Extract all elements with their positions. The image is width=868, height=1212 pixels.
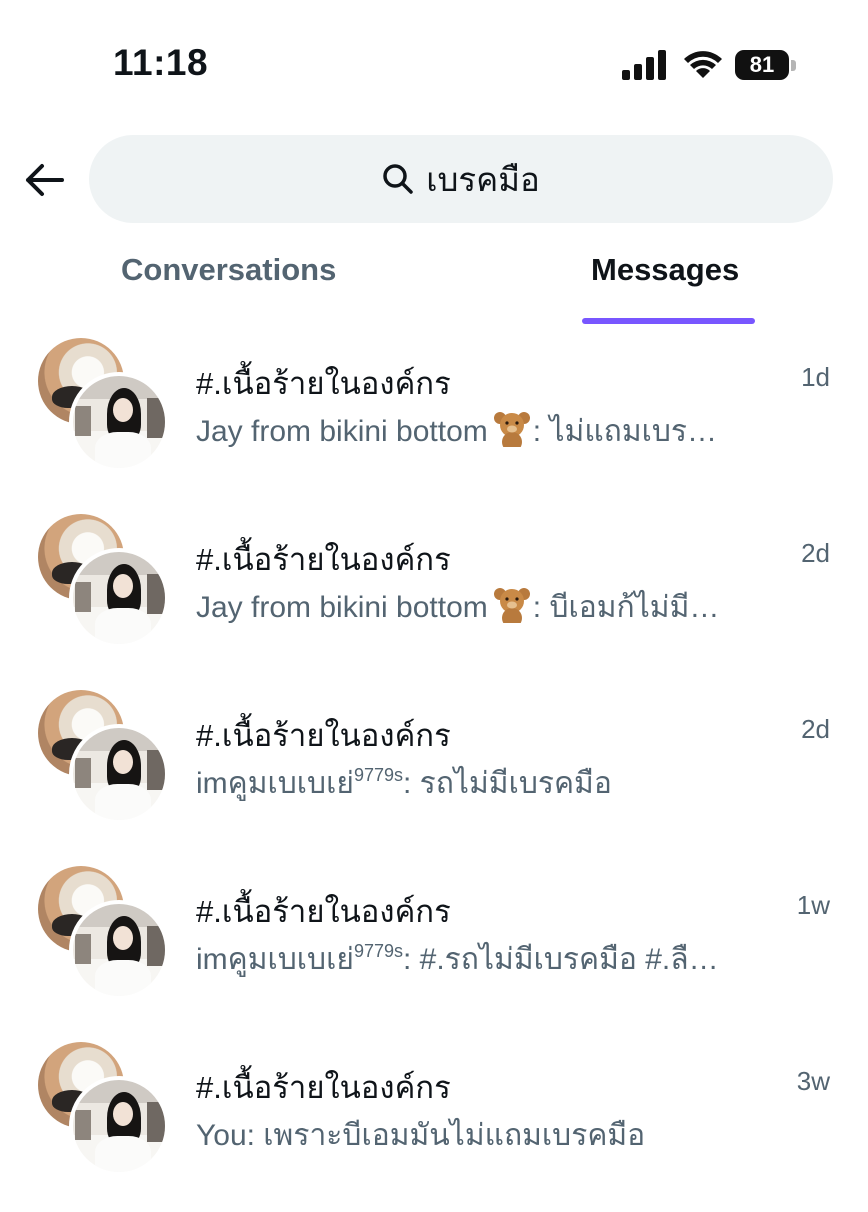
conversation-title: #.เนื้อร้ายในองค์กร xyxy=(196,1070,451,1105)
message-row[interactable]: #.เนื้อร้ายในองค์กร 2d Jay from bikini b… xyxy=(0,514,868,684)
message-time: 1w xyxy=(796,890,830,920)
message-text: : ไม่แถมเบร… xyxy=(532,415,717,448)
group-avatar-front xyxy=(69,1076,169,1176)
message-text: : รถไม่มีเบรคมือ xyxy=(402,767,612,800)
active-tab-indicator xyxy=(582,318,755,324)
message-sender: imคูมเบเบเย่ xyxy=(196,767,354,800)
message-text: : บีเอมก้ไม่มี… xyxy=(532,591,720,624)
teddy-bear-icon xyxy=(493,412,530,447)
message-row[interactable]: #.เนื้อร้ายในองค์กร 1d Jay from bikini b… xyxy=(0,338,868,508)
search-icon xyxy=(383,164,413,194)
conversation-title: #.เนื้อร้ายในองค์กร xyxy=(196,894,451,929)
wifi-icon xyxy=(684,51,722,78)
message-preview: You: เพราะบีเอมมันไม่แถมเบรคมือ xyxy=(196,1112,771,1159)
message-text: : #.รถไม่มีเบรคมือ #.ลื… xyxy=(402,943,719,976)
search-query: เบรคมือ xyxy=(426,160,540,198)
message-text: : เพราะบีเอมมันไม่แถมเบรคมือ xyxy=(246,1119,646,1152)
message-preview: imคูมเบเบเย่9779s: #.รถไม่มีเบรคมือ #.ลื… xyxy=(196,936,771,983)
message-preview: Jay from bikini bottom : บีเอมก้ไม่มี… xyxy=(196,584,771,631)
battery-level: 81 xyxy=(749,52,775,77)
group-avatar-front xyxy=(69,548,169,648)
message-row[interactable]: #.เนื้อร้ายในองค์กร 3w You: เพราะบีเอมมั… xyxy=(0,1042,868,1212)
teddy-bear-icon xyxy=(493,588,530,623)
message-row[interactable]: #.เนื้อร้ายในองค์กร 1w imคูมเบเบเย่9779s… xyxy=(0,866,868,1036)
message-row[interactable]: #.เนื้อร้ายในองค์กร 2d imคูมเบเบเย่9779s… xyxy=(0,690,868,860)
status-time: 11:18 xyxy=(113,42,209,83)
message-preview: Jay from bikini bottom : ไม่แถมเบร… xyxy=(196,408,771,455)
message-sender: imคูมเบเบเย่ xyxy=(196,943,354,976)
cellular-signal-icon xyxy=(622,50,666,80)
message-sender-superscript: 9779s xyxy=(353,765,403,785)
message-sender: Jay from bikini bottom xyxy=(196,415,488,448)
message-time: 3w xyxy=(796,1066,830,1096)
group-avatar-front xyxy=(69,372,169,472)
conversation-title: #.เนื้อร้ายในองค์กร xyxy=(196,718,451,753)
search-input[interactable]: เบรคมือ xyxy=(89,135,833,223)
back-arrow-icon[interactable] xyxy=(22,158,66,202)
tab-messages[interactable]: Messages xyxy=(591,252,739,288)
status-bar: 11:18 81 xyxy=(0,0,868,120)
group-avatar-front xyxy=(69,900,169,1000)
message-time: 2d xyxy=(801,714,830,744)
battery-icon: 81 xyxy=(735,50,797,80)
message-preview: imคูมเบเบเย่9779s: รถไม่มีเบรคมือ xyxy=(196,760,771,807)
conversation-title: #.เนื้อร้ายในองค์กร xyxy=(196,366,451,401)
tab-conversations[interactable]: Conversations xyxy=(121,252,336,288)
message-sender-superscript: 9779s xyxy=(353,941,403,961)
conversation-title: #.เนื้อร้ายในองค์กร xyxy=(196,542,451,577)
message-sender: Jay from bikini bottom xyxy=(196,591,488,624)
message-sender: You xyxy=(196,1119,247,1152)
message-time: 1d xyxy=(801,362,830,392)
group-avatar-front xyxy=(69,724,169,824)
message-time: 2d xyxy=(801,538,830,568)
